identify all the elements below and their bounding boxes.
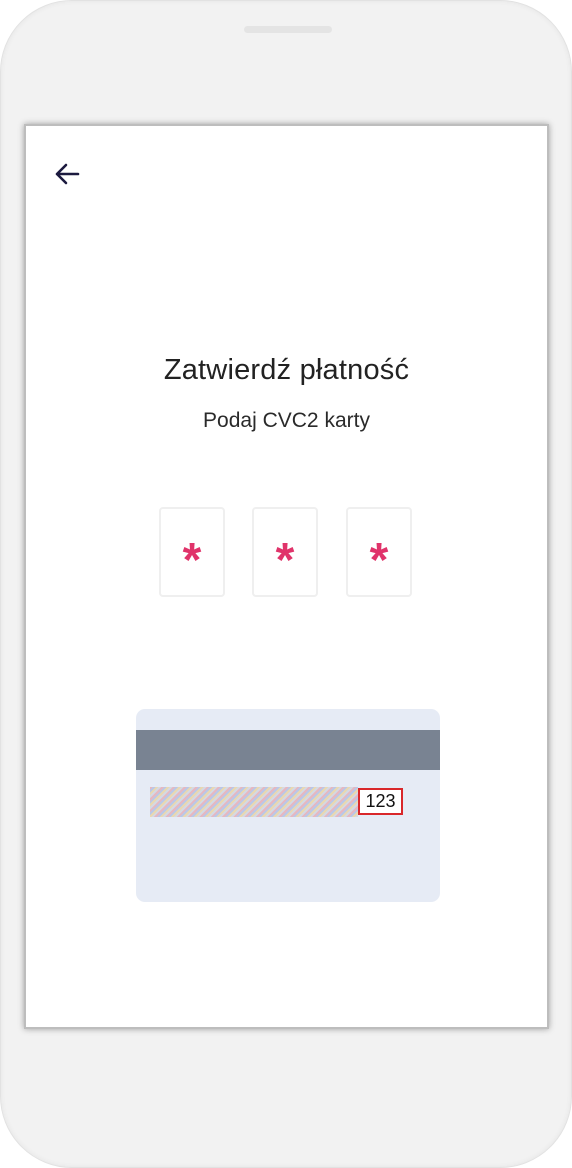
card-back-illustration: 123 bbox=[136, 709, 440, 902]
cvc-digit-field-1[interactable]: * bbox=[159, 507, 225, 597]
back-button[interactable] bbox=[52, 161, 82, 191]
page-title: Zatwierdź płatność bbox=[163, 354, 410, 386]
arrow-left-icon bbox=[54, 163, 80, 190]
magnetic-stripe bbox=[136, 730, 440, 770]
phone-speaker bbox=[244, 26, 332, 33]
cvc-example-box: 123 bbox=[358, 788, 403, 815]
cvc-digit-field-3[interactable]: * bbox=[346, 507, 412, 597]
phone-frame: Zatwierdź płatność Podaj CVC2 karty * * … bbox=[0, 0, 572, 1168]
cvc-digit-field-2[interactable]: * bbox=[252, 507, 318, 597]
page-subtitle: Podaj CVC2 karty bbox=[203, 409, 370, 432]
signature-panel bbox=[150, 787, 358, 817]
app-screen: Zatwierdź płatność Podaj CVC2 karty * * … bbox=[24, 124, 549, 1029]
